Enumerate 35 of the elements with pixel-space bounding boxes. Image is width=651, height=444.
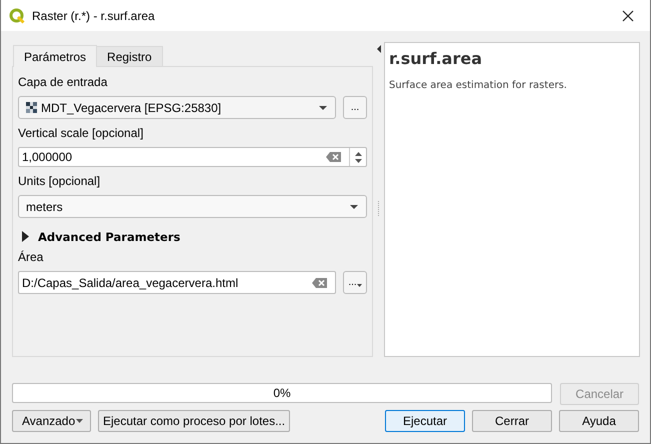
spin-arrows-icon [354,152,362,162]
field-label: Área [18,250,44,266]
splitter-handle-icon[interactable] [378,201,379,216]
caret-icon [356,284,362,286]
progress-reading: 0% [273,386,291,400]
dialog-button[interactable]: Ejecutar [385,410,465,432]
window-title: Raster (r.*) - r.surf.area [32,8,156,22]
number-field[interactable]: 1,000000 [18,147,367,167]
close-icon[interactable] [622,10,634,22]
clear-icon [326,152,341,162]
batch-button[interactable]: Ejecutar como proceso por lotes... [98,410,290,432]
browse-button[interactable]: ... [343,271,367,294]
tab[interactable]: Registro [96,46,163,66]
dropdown-caret-icon [350,204,358,208]
group-header[interactable]: Advanced Parameters [38,230,180,244]
dropdown-caret-icon [319,106,327,110]
help-description: Surface area estimation for rasters. [389,80,568,91]
raster-layer-icon [26,102,37,113]
collapse-arrow-icon[interactable] [376,45,380,53]
help-title: r.surf.area [389,49,483,68]
tab[interactable]: Parámetros [13,45,98,67]
field-label: Units [opcional] [18,174,102,190]
dialog-button[interactable]: Cerrar [472,410,552,432]
file-path-field[interactable]: D:/Capas_Salida/area_vegacervera.html [18,271,336,294]
menu-button[interactable]: Avanzado [12,410,91,432]
dropdown-caret-icon [76,419,83,423]
browse-button[interactable]: ... [343,96,367,119]
layer-dropdown[interactable]: MDT_Vegacervera [EPSG:25830] [18,96,336,119]
dialog-button[interactable]: Ayuda [559,410,639,432]
units-dropdown[interactable]: meters [18,195,367,218]
field-label: Capa de entrada [18,75,108,91]
app-logo-icon [9,8,25,24]
field-label: Vertical scale [opcional] [18,126,144,142]
expand-arrow-icon[interactable] [22,231,29,242]
clear-icon [312,278,327,288]
